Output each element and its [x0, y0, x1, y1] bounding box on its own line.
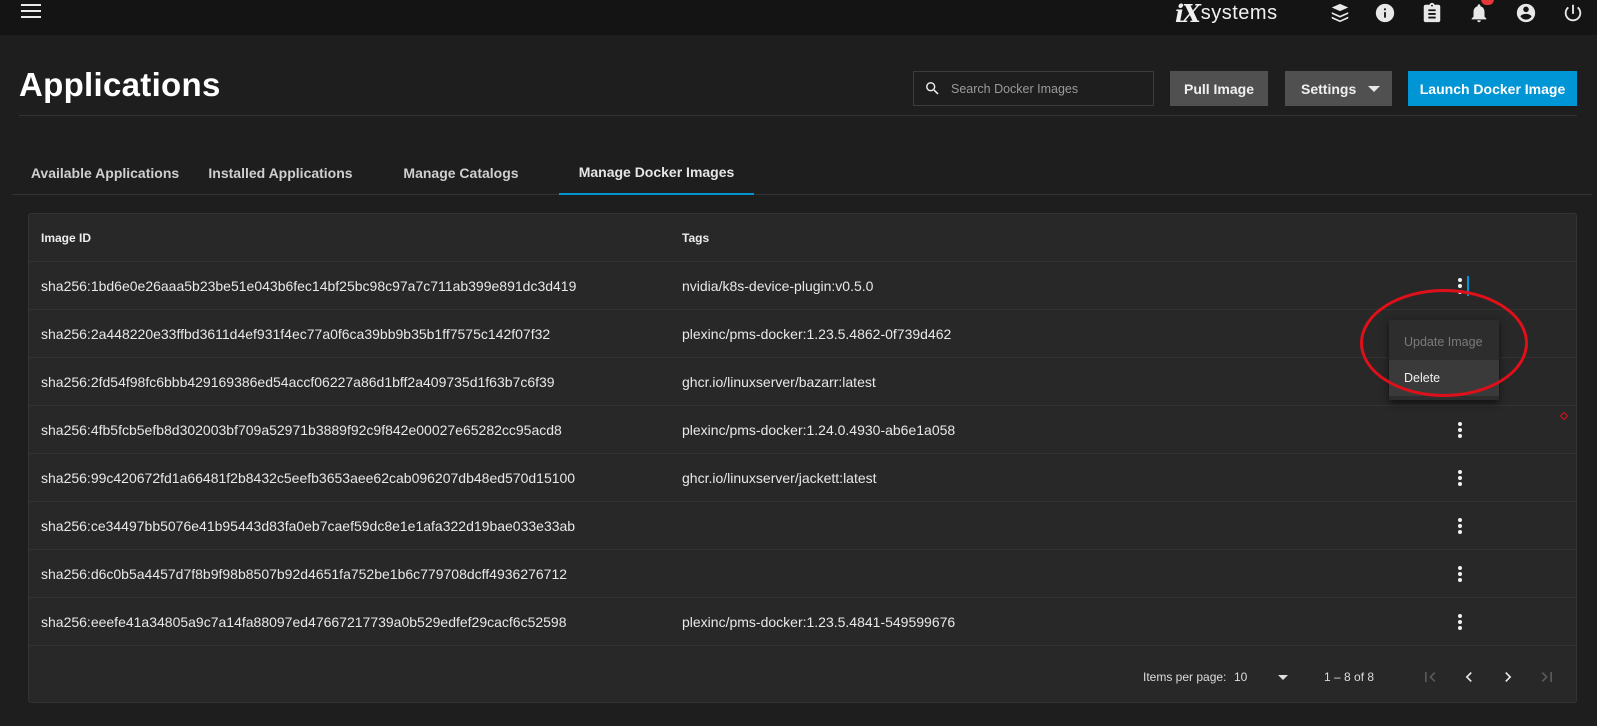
items-per-page-label: Items per page: — [1143, 670, 1227, 684]
image-id-cell: sha256:99c420672fd1a66481f2b8432c5eefb36… — [41, 470, 576, 486]
tab-available-applications[interactable]: Available Applications — [12, 150, 198, 195]
launch-docker-image-button[interactable]: Launch Docker Image — [1408, 71, 1577, 106]
image-id-cell: sha256:eeefe41a34805a9c7a14fa88097ed4766… — [41, 614, 567, 630]
row-actions-icon[interactable] — [1448, 274, 1472, 298]
tab-manage-catalogs[interactable]: Manage Catalogs — [363, 150, 559, 195]
tags-cell: plexinc/pms-docker:1.24.0.4930-ab6e1a058 — [682, 422, 956, 438]
tab-manage-docker-images[interactable]: Manage Docker Images — [559, 150, 754, 195]
chevron-down-icon — [1368, 86, 1380, 92]
docker-images-table: Image ID Tags sha256:1bd6e0e26aaa5b23be5… — [28, 213, 1577, 703]
image-id-cell: sha256:d6c0b5a4457d7f8b9f98b8507b92d4651… — [41, 566, 568, 582]
header-divider — [19, 115, 1577, 116]
first-page-icon[interactable] — [1417, 664, 1443, 690]
table-row: sha256:99c420672fd1a66481f2b8432c5eefb36… — [29, 454, 1576, 502]
next-page-icon[interactable] — [1495, 664, 1521, 690]
table-row: sha256:2fd54f98fc6bbb429169386ed54accf06… — [29, 358, 1576, 406]
chevron-down-icon — [1278, 675, 1288, 680]
image-id-cell: sha256:ce34497bb5076e41b95443d83fa0eb7ca… — [41, 518, 576, 534]
power-icon[interactable] — [1560, 0, 1586, 26]
image-id-cell: sha256:1bd6e0e26aaa5b23be51e043b6fec14bf… — [41, 278, 577, 294]
truecommand-icon[interactable] — [1327, 0, 1353, 26]
row-actions-menu: Update Image Delete — [1389, 320, 1499, 400]
row-actions-icon[interactable] — [1448, 514, 1472, 538]
tags-cell: nvidia/k8s-device-plugin:v0.5.0 — [682, 278, 874, 294]
table-row: sha256:2a448220e33ffbd3611d4ef931f4ec77a… — [29, 310, 1576, 358]
ixsystems-logo: iX systems — [1175, 0, 1278, 28]
paginator: Items per page: 10 1 – 8 of 8 — [29, 650, 1576, 704]
table-row: sha256:4fb5fcb5efb8d302003bf709a52971b38… — [29, 406, 1576, 454]
row-actions-icon[interactable] — [1448, 466, 1472, 490]
update-image-menu-item[interactable]: Update Image — [1389, 324, 1499, 360]
tags-cell: ghcr.io/linuxserver/jackett:latest — [682, 470, 877, 486]
column-header-image-id[interactable]: Image ID — [41, 231, 91, 245]
row-actions-icon[interactable] — [1448, 610, 1472, 634]
column-header-tags[interactable]: Tags — [682, 231, 709, 245]
tab-installed-applications[interactable]: Installed Applications — [198, 150, 363, 195]
top-bar: iX systems — [0, 0, 1597, 35]
page-range-label: 1 – 8 of 8 — [1324, 670, 1375, 684]
search-field[interactable] — [913, 71, 1154, 106]
row-actions-icon[interactable] — [1448, 418, 1472, 442]
table-row: sha256:d6c0b5a4457d7f8b9f98b8507b92d4651… — [29, 550, 1576, 598]
account-icon[interactable] — [1513, 0, 1539, 26]
notification-badge — [1481, 0, 1494, 5]
table-header: Image ID Tags — [29, 214, 1576, 262]
search-input[interactable] — [951, 81, 1141, 96]
delete-menu-item[interactable]: Delete — [1389, 360, 1499, 396]
logo-mark: iX — [1175, 0, 1201, 28]
tags-cell: plexinc/pms-docker:1.23.5.4862-0f739d462 — [682, 326, 952, 342]
bell-icon[interactable] — [1466, 0, 1494, 26]
pull-image-button[interactable]: Pull Image — [1170, 71, 1268, 106]
tags-cell: plexinc/pms-docker:1.23.5.4841-549599676 — [682, 614, 956, 630]
logo-text: systems — [1200, 1, 1278, 24]
image-id-cell: sha256:4fb5fcb5efb8d302003bf709a52971b38… — [41, 422, 562, 438]
previous-page-icon[interactable] — [1456, 664, 1482, 690]
settings-label: Settings — [1301, 80, 1357, 97]
table-row: sha256:1bd6e0e26aaa5b23be51e043b6fec14bf… — [29, 262, 1576, 310]
row-actions-icon[interactable] — [1448, 562, 1472, 586]
last-page-icon[interactable] — [1534, 664, 1560, 690]
items-per-page-select[interactable]: 10 — [1234, 664, 1292, 690]
table-row: sha256:eeefe41a34805a9c7a14fa88097ed4766… — [29, 598, 1576, 646]
items-per-page-value: 10 — [1234, 670, 1248, 684]
image-id-cell: sha256:2fd54f98fc6bbb429169386ed54accf06… — [41, 374, 555, 390]
tags-cell: ghcr.io/linuxserver/bazarr:latest — [682, 374, 876, 390]
table-row: sha256:ce34497bb5076e41b95443d83fa0eb7ca… — [29, 502, 1576, 550]
image-id-cell: sha256:2a448220e33ffbd3611d4ef931f4ec77a… — [41, 326, 551, 342]
info-icon[interactable] — [1372, 0, 1398, 26]
tab-bar: Available Applications Installed Applica… — [12, 150, 1592, 195]
page-title: Applications — [19, 66, 221, 103]
search-icon — [926, 82, 939, 95]
settings-button[interactable]: Settings — [1285, 71, 1392, 106]
menu-icon[interactable] — [21, 4, 41, 20]
clipboard-icon[interactable] — [1419, 0, 1445, 26]
